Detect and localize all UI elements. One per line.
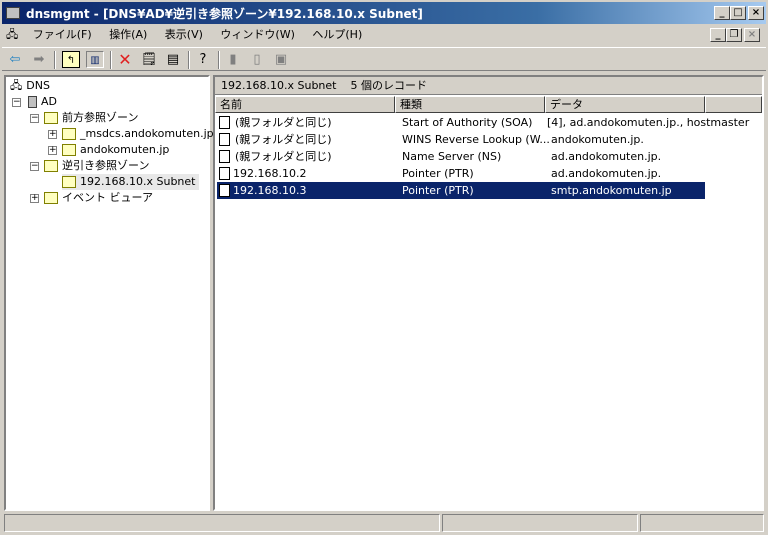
event-viewer-icon [44,192,58,204]
toolbar: ⇦ ➡ ↰ ▥ ✕ 🗒 ▤ ? ▮ ▯ ▣ [2,47,766,71]
mdi-minimize-button[interactable]: _ [710,28,726,42]
up-folder-icon[interactable]: ↰ [62,51,80,68]
menu-action[interactable]: 操作(A) [102,25,154,45]
close-button[interactable]: × [748,6,764,20]
expand-icon[interactable]: + [30,194,39,203]
record-name: 192.168.10.2 [233,167,307,180]
tree-item-dns[interactable]: 🖧 DNS [10,78,50,94]
delete-icon[interactable]: ✕ [116,51,134,68]
export-list-icon[interactable]: ▤ [164,51,182,68]
menu-bar: 🖧 ファイル(F) 操作(A) 表示(V) ウィンドウ(W) ヘルプ(H) _ … [2,25,766,45]
status-bar [2,513,766,533]
help-icon[interactable]: ? [194,51,212,68]
record-row[interactable]: (親フォルダと同じ) Start of Authority (SOA) [4],… [217,114,749,131]
record-icon [219,133,230,146]
folder-icon [44,160,58,172]
minimize-button[interactable]: _ [714,6,730,20]
tree-item-reverse-zones[interactable]: 逆引き参照ゾーン [44,158,149,174]
expand-icon[interactable]: + [48,130,57,139]
back-icon[interactable]: ⇦ [6,51,24,68]
record-row[interactable]: 192.168.10.2 Pointer (PTR) ad.andokomute… [217,165,705,182]
collapse-icon[interactable]: − [12,98,21,107]
record-name: 192.168.10.3 [233,184,307,197]
tree-item-forward-zones[interactable]: 前方参照ゾーン [44,110,138,126]
app-icon [6,7,20,19]
window-title: dnsmgmt - [DNS¥AD¥逆引き参照ゾーン¥192.168.10.x … [26,7,423,21]
record-icon [219,167,230,180]
title-bar: dnsmgmt - [DNS¥AD¥逆引き参照ゾーン¥192.168.10.x … [0,0,768,24]
tree-item-msdcs[interactable]: _msdcs.andokomuten.jp [62,126,214,142]
record-type: Pointer (PTR) [402,167,474,180]
folder-icon [44,112,58,124]
menu-help[interactable]: ヘルプ(H) [305,25,369,45]
record-icon [219,150,230,163]
zone-icon [62,128,76,140]
record-row[interactable]: (親フォルダと同じ) Name Server (NS) ad.andokomut… [217,148,705,165]
zone-icon [62,176,76,188]
zone-icon [62,144,76,156]
forward-icon[interactable]: ➡ [30,51,48,68]
records-pane: 192.168.10.x Subnet 5 個のレコード 名前 種類 データ (… [213,75,764,511]
record-row[interactable]: 192.168.10.3 Pointer (PTR) smtp.andokomu… [217,182,705,199]
mdi-close-button[interactable]: × [744,28,760,42]
properties-icon[interactable]: 🗒 [140,51,158,68]
record-icon [219,184,230,197]
tree-pane: 🖧 DNS − AD − 前方参照ゾーン + _msdcs.andokomuten… [4,75,214,511]
tree-item-event-viewer[interactable]: イベント ビューア [44,190,153,206]
record-icon: ▮ [229,52,237,67]
record-type: WINS Reverse Lookup (W... [402,133,550,146]
tree-item-subnet[interactable]: 192.168.10.x Subnet [62,174,200,190]
column-data[interactable]: データ [545,96,705,113]
menu-view[interactable]: 表示(V) [158,25,210,45]
record3-icon: ▣ [274,52,288,67]
tree-item-andokomuten[interactable]: andokomuten.jp [62,142,169,158]
record-name: (親フォルダと同じ) [235,133,332,146]
record-data: smtp.andokomuten.jp [551,184,672,197]
expand-icon[interactable]: + [48,146,57,155]
record-type: Pointer (PTR) [402,184,474,197]
column-extra [705,96,762,113]
record-type: Name Server (NS) [402,150,502,163]
server-icon [28,96,37,108]
maximize-button[interactable]: □ [730,6,746,20]
record-icon [219,116,230,129]
record-data: ad.andokomuten.jp. [551,167,662,180]
column-name[interactable]: 名前 [215,96,395,113]
column-type[interactable]: 種類 [395,96,545,113]
menu-window[interactable]: ウィンドウ(W) [213,25,301,45]
dns-icon: 🖧 [10,79,23,92]
collapse-icon[interactable]: − [30,114,39,123]
record2-icon: ▯ [253,52,261,67]
record-data: [4], ad.andokomuten.jp., hostmaster [547,116,750,129]
show-hide-tree-icon[interactable]: ▥ [86,51,104,68]
collapse-icon[interactable]: − [30,162,39,171]
console-icon[interactable]: 🖧 [2,25,22,45]
record-row[interactable]: (親フォルダと同じ) WINS Reverse Lookup (W... and… [217,131,705,148]
records-header: 192.168.10.x Subnet 5 個のレコード [215,77,762,95]
mdi-restore-button[interactable]: ❐ [726,28,742,42]
record-name: (親フォルダと同じ) [235,116,332,129]
tree-item-ad[interactable]: AD [28,94,57,110]
record-data: ad.andokomuten.jp. [551,150,662,163]
record-type: Start of Authority (SOA) [402,116,533,129]
menu-file[interactable]: ファイル(F) [26,25,99,45]
record-name: (親フォルダと同じ) [235,150,332,163]
record-data: andokomuten.jp. [551,133,644,146]
